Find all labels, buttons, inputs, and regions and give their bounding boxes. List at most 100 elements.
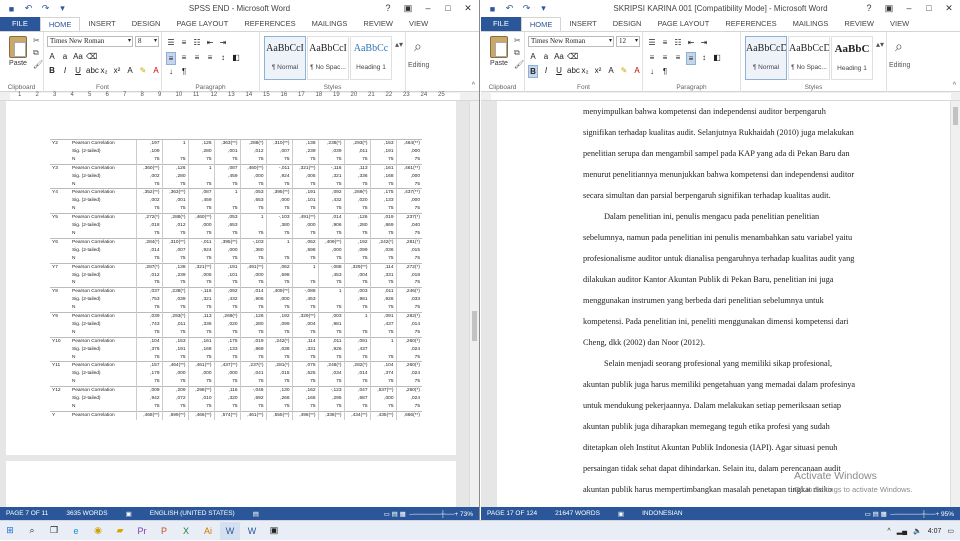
tab-mailings[interactable]: MAILINGS <box>785 17 837 31</box>
file-explorer-icon[interactable]: ▰ <box>110 522 130 540</box>
find-icon[interactable]: ⌕ <box>414 38 422 55</box>
task-view-icon[interactable]: ❐ <box>44 522 64 540</box>
find-icon[interactable]: ⌕ <box>895 38 903 55</box>
numbering-icon[interactable]: ≡ <box>660 37 670 48</box>
shrink-font-icon[interactable]: a <box>60 51 70 62</box>
italic-icon[interactable]: I <box>60 65 70 76</box>
tab-design[interactable]: DESIGN <box>124 17 169 31</box>
tab-references[interactable]: REFERENCES <box>236 17 303 31</box>
copy-icon[interactable]: ⧉ <box>33 48 39 58</box>
word-icon[interactable]: W <box>220 521 240 540</box>
numbering-icon[interactable]: ≡ <box>179 37 189 48</box>
volume-icon[interactable]: 🔈 <box>913 527 922 535</box>
tab-file[interactable]: FILE <box>0 17 40 31</box>
font-color-icon[interactable]: A <box>632 65 642 78</box>
style-normal[interactable]: AaBbCcDc¶ Normal <box>745 36 787 80</box>
text-effects-icon[interactable]: A <box>125 65 135 76</box>
shrink-font-icon[interactable]: a <box>541 51 551 62</box>
tab-design[interactable]: DESIGN <box>605 17 650 31</box>
redo-icon[interactable]: ↷ <box>40 3 51 14</box>
style-heading-1[interactable]: AaBbC Heading 1 <box>831 36 873 80</box>
chevron-up-icon[interactable]: ^ <box>887 528 890 535</box>
styles-scroll-icon[interactable]: ▴▾ <box>395 40 403 49</box>
change-case-icon[interactable]: Aa <box>554 51 564 62</box>
grow-font-icon[interactable]: A <box>528 51 538 62</box>
horizontal-ruler[interactable] <box>481 92 960 101</box>
tab-view[interactable]: VIEW <box>401 17 436 31</box>
proofing-icon[interactable]: ▣ <box>120 510 144 518</box>
font-name-box[interactable]: Times New Roman ▾ <box>47 36 133 47</box>
illustrator-icon[interactable]: Ai <box>198 522 218 540</box>
powerpoint-icon[interactable]: P <box>154 522 174 540</box>
increase-indent-icon[interactable]: ⇥ <box>699 37 709 48</box>
decrease-indent-icon[interactable]: ⇤ <box>686 37 696 48</box>
multilevel-list-icon[interactable]: ☷ <box>192 37 202 48</box>
align-center-icon[interactable]: ≡ <box>179 52 189 65</box>
tab-file[interactable]: FILE <box>481 17 521 31</box>
superscript-icon[interactable]: x² <box>112 65 122 76</box>
proofing-icon[interactable]: ▣ <box>612 510 636 518</box>
align-center-icon[interactable]: ≡ <box>660 52 670 65</box>
font-color-icon[interactable]: A <box>151 65 161 76</box>
chrome-icon[interactable]: ◉ <box>88 522 108 540</box>
editing-button[interactable]: Editing <box>889 62 910 69</box>
copy-icon[interactable]: ⧉ <box>514 48 520 58</box>
collapse-ribbon-icon[interactable]: ^ <box>472 82 475 89</box>
style-normal[interactable]: AaBbCcI ¶ Normal <box>264 36 306 80</box>
premiere-icon[interactable]: Pr <box>132 522 152 540</box>
justify-icon[interactable]: ≡ <box>686 52 696 65</box>
align-right-icon[interactable]: ≡ <box>192 52 202 65</box>
cut-icon[interactable]: ✂ <box>514 36 521 45</box>
word-count[interactable]: 21647 WORDS <box>549 510 612 517</box>
increase-indent-icon[interactable]: ⇥ <box>218 37 228 48</box>
close-button[interactable]: ✕ <box>940 1 958 15</box>
show-formatting-icon[interactable]: ¶ <box>660 66 670 77</box>
font-name-box[interactable]: Times New Roman ▾ <box>528 36 614 47</box>
bold-icon[interactable]: B <box>528 65 538 78</box>
align-left-icon[interactable]: ≡ <box>647 52 657 65</box>
vertical-scrollbar[interactable] <box>950 101 960 507</box>
edge-icon[interactable]: e <box>66 522 86 540</box>
tab-page-layout[interactable]: PAGE LAYOUT <box>649 17 717 31</box>
page-count[interactable]: PAGE 17 OF 124 <box>481 510 549 517</box>
subscript-icon[interactable]: x₂ <box>580 65 590 78</box>
bullets-icon[interactable]: ☰ <box>647 37 657 48</box>
justify-icon[interactable]: ≡ <box>205 52 215 65</box>
editing-button[interactable]: Editing <box>408 62 429 69</box>
style-no-spacing[interactable]: AaBbCcI ¶ No Spac... <box>307 36 349 80</box>
change-case-icon[interactable]: Aa <box>73 51 83 62</box>
italic-icon[interactable]: I <box>541 65 551 78</box>
styles-scroll-icon[interactable]: ▴▾ <box>876 40 884 49</box>
customize-icon[interactable]: ▾ <box>57 3 68 14</box>
minimize-button[interactable]: – <box>900 1 918 15</box>
start-icon[interactable]: ⊞ <box>0 522 20 540</box>
horizontal-ruler[interactable]: 1 2 3 4 5 6 7 8 9 10 11 12 13 14 15 16 17 18 19 20 21 22 23 24 2… <box>0 92 479 101</box>
excel-icon[interactable]: X <box>176 522 196 540</box>
undo-icon[interactable]: ↶ <box>504 3 515 14</box>
subscript-icon[interactable]: x₂ <box>99 65 109 76</box>
cut-icon[interactable]: ✂ <box>33 36 40 45</box>
tab-review[interactable]: REVIEW <box>355 17 401 31</box>
clear-formatting-icon[interactable]: ⌫ <box>567 51 578 62</box>
shading-icon[interactable]: ◧ <box>712 52 722 65</box>
collapse-ribbon-icon[interactable]: ^ <box>953 82 956 89</box>
align-left-icon[interactable]: ≡ <box>166 52 176 65</box>
zoom-level[interactable]: ▭ ▤ ▦ –──────┼──+ 95% <box>865 510 954 518</box>
help-icon[interactable]: ? <box>860 1 878 15</box>
tab-references[interactable]: REFERENCES <box>717 17 784 31</box>
tab-review[interactable]: REVIEW <box>836 17 882 31</box>
tab-page-layout[interactable]: PAGE LAYOUT <box>168 17 236 31</box>
word-count[interactable]: 3635 WORDS <box>60 510 119 517</box>
tab-view[interactable]: VIEW <box>882 17 917 31</box>
undo-icon[interactable]: ↶ <box>23 3 34 14</box>
search-icon[interactable]: ⌕ <box>22 522 42 540</box>
page-count[interactable]: PAGE 7 OF 11 <box>0 510 60 517</box>
text-effects-icon[interactable]: A <box>606 65 616 78</box>
tab-home[interactable]: HOME <box>520 17 562 31</box>
paste-button[interactable]: Paste <box>486 36 512 67</box>
strikethrough-icon[interactable]: abc <box>86 65 99 76</box>
ribbon-display-icon[interactable]: ▣ <box>399 1 417 15</box>
bold-icon[interactable]: B <box>47 65 57 76</box>
strikethrough-icon[interactable]: abc <box>567 65 580 78</box>
minimize-button[interactable]: – <box>419 1 437 15</box>
